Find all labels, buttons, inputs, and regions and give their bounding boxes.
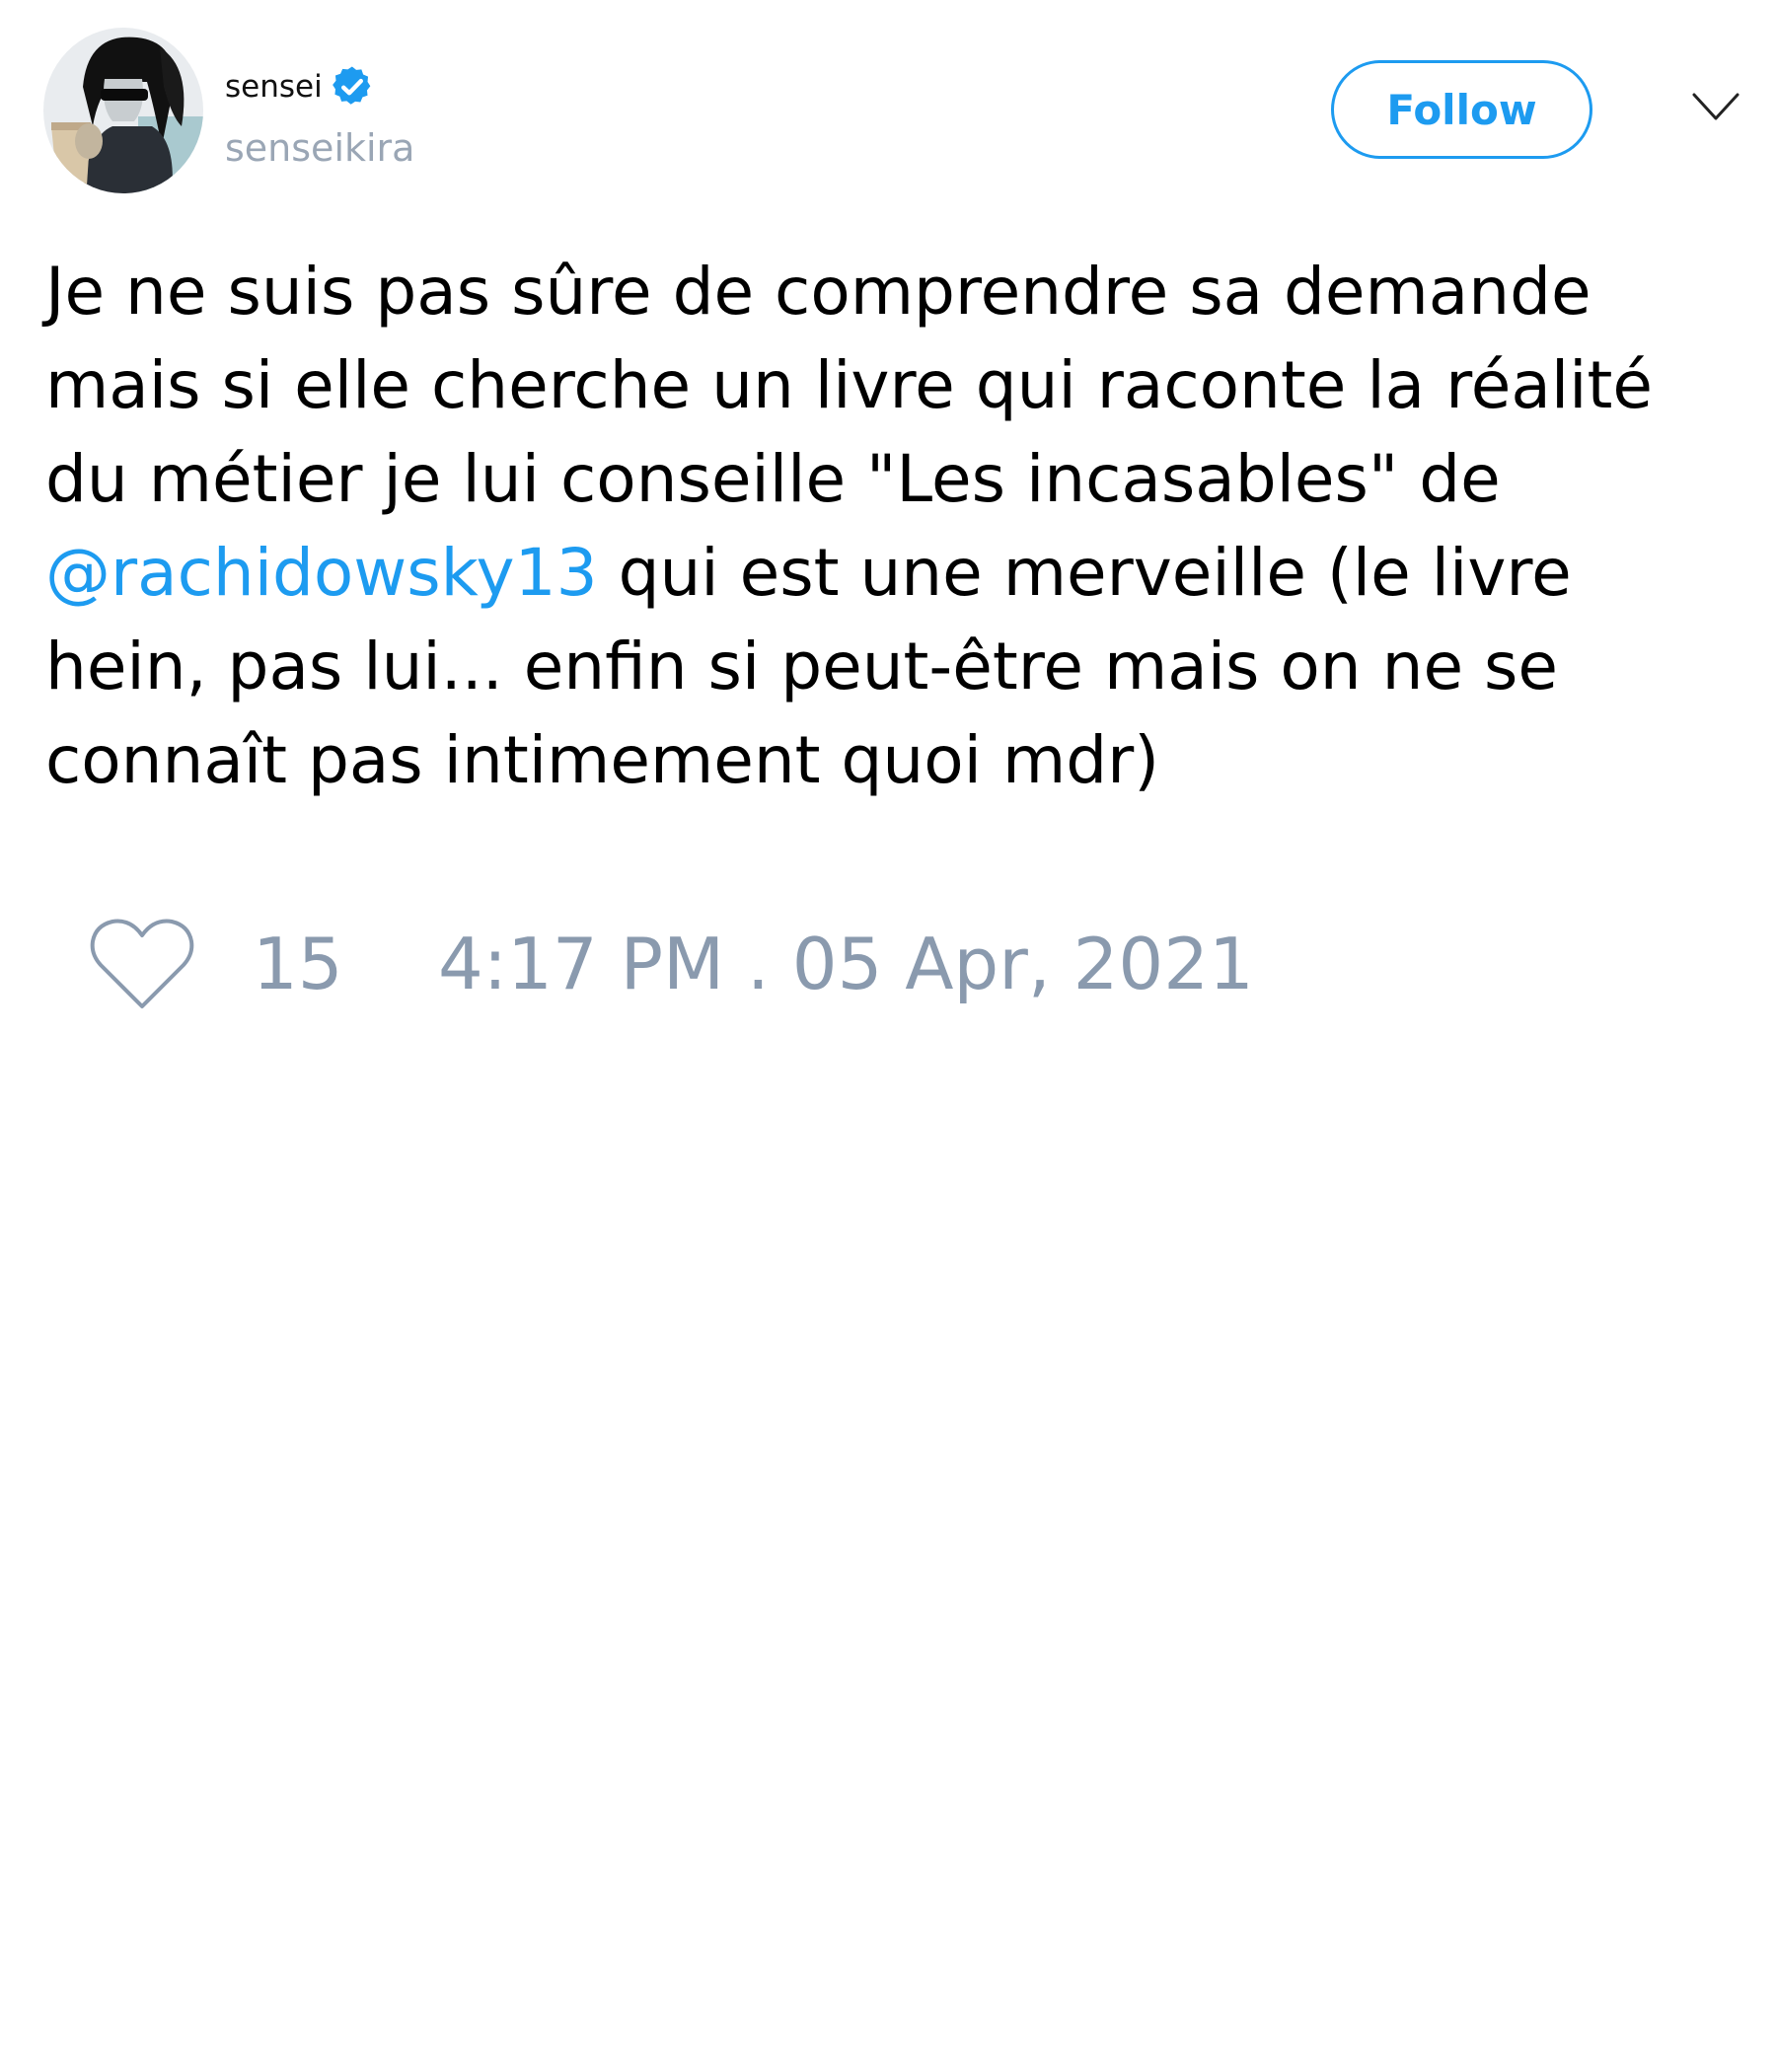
tweet-text-segment: qui est une merveille (le livre (597, 535, 1572, 611)
tweet-text-line: mais si elle cherche un livre qui racont… (45, 347, 1653, 423)
mention-link[interactable]: @rachidowsky13 (45, 535, 598, 611)
avatar-image (43, 28, 203, 193)
follow-button[interactable]: Follow (1331, 60, 1592, 159)
author-handle[interactable]: senseikira (225, 126, 414, 170)
heart-icon[interactable] (89, 918, 195, 1012)
tweet-text-line: @rachidowsky13 qui est une merveille (le… (45, 526, 1752, 620)
like-count: 15 (253, 923, 343, 1005)
tweet-text-line: connaît pas intimement quoi mdr) (45, 722, 1160, 798)
tweet-text-line: hein, pas lui... enfin si peut-être mais… (45, 629, 1559, 704)
chevron-down-icon[interactable] (1691, 91, 1740, 124)
tweet-card: sensei senseikira Follow Je ne suis pas … (0, 0, 1776, 2072)
verified-badge-icon (332, 66, 371, 105)
tweet-text-line: Je ne suis pas sûre de comprendre sa dem… (45, 254, 1591, 330)
avatar[interactable] (43, 28, 203, 193)
author-display-name[interactable]: sensei (225, 65, 374, 109)
tweet-text-line: du métier je lui conseille "Les incasabl… (45, 441, 1501, 517)
display-name-text: sensei (225, 69, 323, 105)
tweet-timestamp[interactable]: 4:17 PM . 05 Apr, 2021 (438, 923, 1254, 1005)
tweet-text: Je ne suis pas sûre de comprendre sa dem… (45, 245, 1752, 807)
